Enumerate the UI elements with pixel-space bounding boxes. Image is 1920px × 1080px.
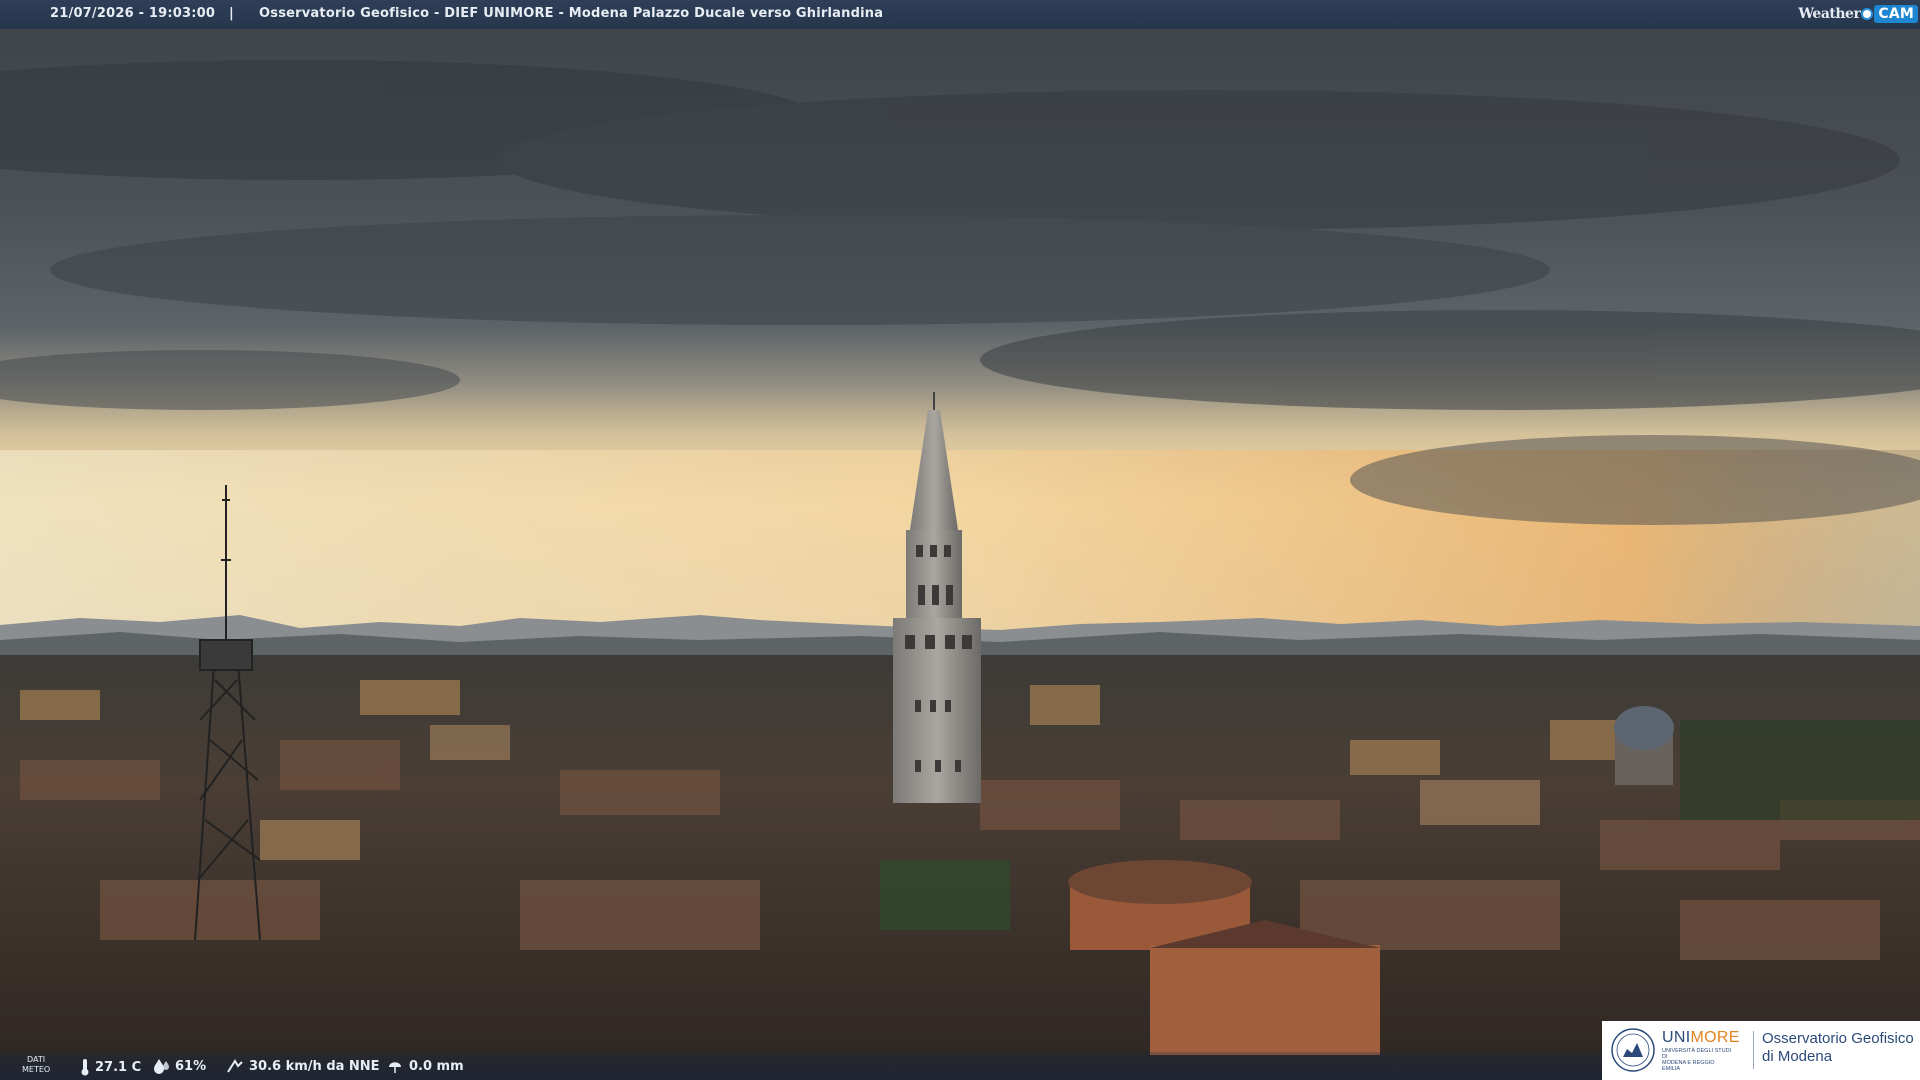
brand-cam-text: CAM	[1874, 5, 1918, 23]
rain-reading: 0.0 mm	[386, 1058, 464, 1074]
humidity-reading: 61%	[152, 1058, 206, 1074]
rain-value: 0.0 mm	[409, 1058, 464, 1074]
trees	[880, 860, 1010, 930]
weathercam-logo[interactable]: Weather CAM	[1798, 3, 1918, 25]
wind-value: 30.6 km/h da NNE	[249, 1058, 380, 1074]
temperature-value: 27.1 C	[95, 1059, 142, 1075]
university-subtitle: UNIVERSITÀ DEGLI STUDI DI MODENA E REGGI…	[1662, 1048, 1732, 1072]
observatory-name: Osservatorio Geofisico di Modena	[1762, 1030, 1914, 1065]
unimore-wordmark: UNIMORE	[1662, 1029, 1740, 1046]
humidity-drop-icon	[154, 1059, 169, 1074]
header-bar: 21/07/2026 - 19:03:00 | Osservatorio Geo…	[0, 0, 1920, 29]
humidity-value: 61%	[175, 1058, 207, 1074]
timestamp: 21/07/2026 - 19:03:00	[50, 6, 216, 21]
rain-icon	[389, 1062, 401, 1073]
wind-reading: 30.6 km/h da NNE	[226, 1058, 380, 1074]
right-dome	[1614, 706, 1674, 785]
meteo-label: DATI METEO	[22, 1055, 51, 1074]
camera-title: Osservatorio Geofisico - DIEF UNIMORE - …	[259, 6, 884, 21]
header-separator: |	[229, 6, 234, 21]
logo-divider	[1753, 1031, 1754, 1069]
thermometer-icon	[81, 1059, 89, 1076]
weathercam-dot-icon	[1861, 8, 1874, 20]
brand-weather-text: Weather	[1798, 6, 1861, 22]
webcam-image	[0, 0, 1920, 1080]
temperature-reading: 27.1 C	[80, 1058, 141, 1076]
unimore-seal-icon	[1611, 1028, 1655, 1072]
unimore-logo[interactable]: UNIMORE UNIVERSITÀ DEGLI STUDI DI MODENA…	[1602, 1021, 1920, 1080]
wind-icon	[227, 1059, 243, 1073]
